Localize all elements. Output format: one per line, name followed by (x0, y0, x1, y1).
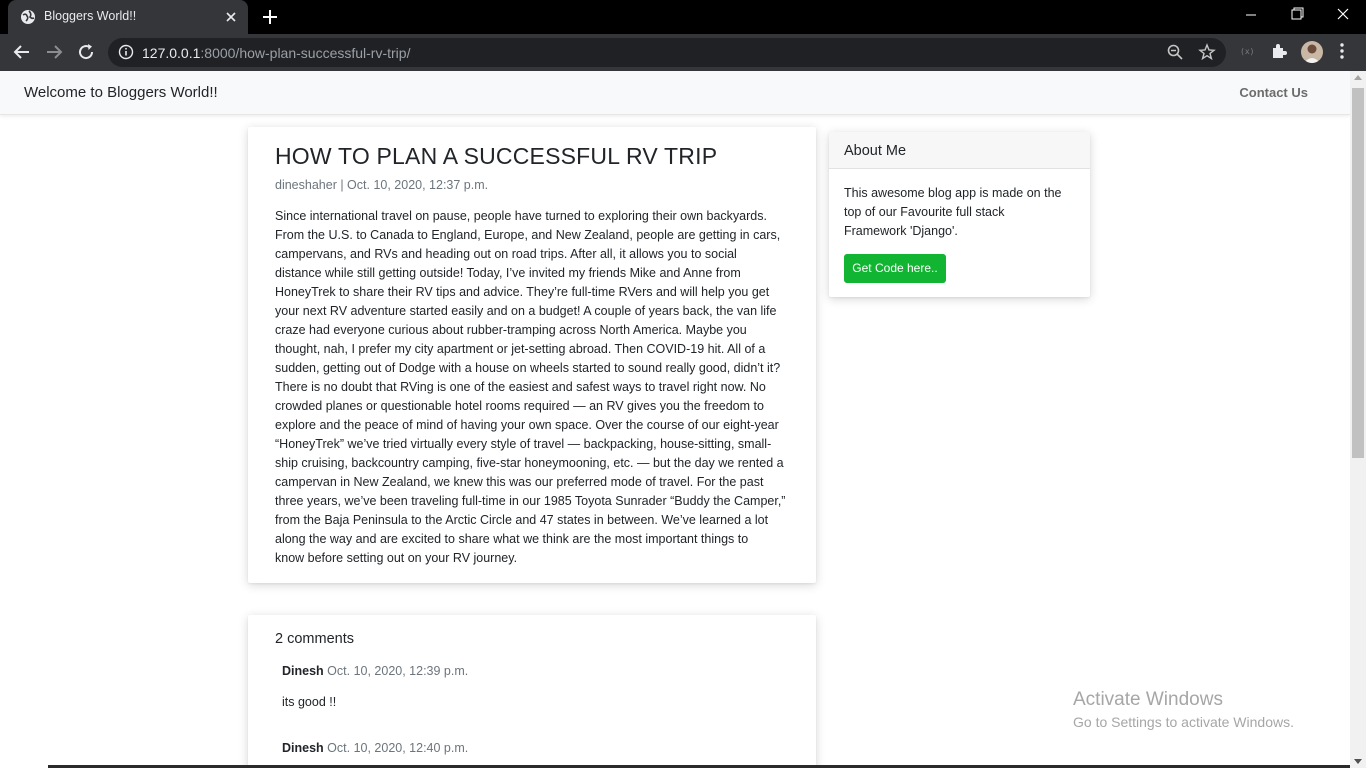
scroll-up-arrow-icon[interactable] (1354, 75, 1362, 80)
url-host: 127.0.0.1 (142, 45, 201, 61)
about-text: This awesome blog app is made on the top… (844, 184, 1080, 241)
bookmark-star-icon[interactable] (1198, 43, 1216, 61)
url-path: :8000/how-plan-successful-rv-trip/ (200, 45, 411, 61)
comment-date: Oct. 10, 2020, 12:39 p.m. (327, 664, 469, 678)
post-body-line: “HoneyTrek” we’ve tried virtually every … (275, 437, 772, 451)
browser-toolbar: 127.0.0.1:8000/how-plan-successful-rv-tr… (0, 34, 1366, 71)
post-body-line: campervan in New Zealand, we knew this w… (275, 475, 764, 489)
about-text-line: This awesome blog app is made on the (844, 186, 1062, 200)
post-body-line: HoneyTrek to share their RV tips and adv… (275, 285, 770, 299)
activate-windows-subtitle: Go to Settings to activate Windows. (1073, 714, 1294, 730)
about-me-card: About Me This awesome blog app is made o… (829, 132, 1090, 297)
scroll-thumb[interactable] (1352, 88, 1364, 458)
site-brand[interactable]: Welcome to Bloggers World!! (24, 84, 218, 101)
post-body-line: from the Baja Peninsula to the Arctic Ci… (275, 513, 769, 527)
about-title: About Me (844, 143, 907, 159)
post-body-line: your next RV adventure started easily an… (275, 304, 777, 318)
page-viewport: Welcome to Bloggers World!! Contact Us H… (0, 71, 1350, 768)
comment-date: Oct. 10, 2020, 12:40 p.m. (327, 741, 469, 755)
post-card: HOW TO PLAN A SUCCESSFUL RV TRIP dinesha… (248, 127, 816, 583)
scroll-down-arrow-icon[interactable] (1354, 759, 1362, 764)
forward-arrow-icon[interactable] (42, 40, 66, 64)
info-icon[interactable] (118, 44, 134, 60)
post-body: Since international travel on pause, peo… (275, 207, 791, 568)
post-body-line: along the way and are excited to share w… (275, 532, 749, 546)
post-body-line: There is no doubt that RVing is one of t… (275, 380, 766, 394)
comments-title: 2 comments (275, 631, 354, 647)
post-body-line: know before setting out on your RV journ… (275, 551, 518, 565)
reload-icon[interactable] (74, 40, 98, 64)
post-body-line: explore and the peace of mind of having … (275, 418, 779, 432)
globe-icon (21, 10, 35, 24)
comment-header: Dinesh Oct. 10, 2020, 12:39 p.m. (282, 664, 468, 678)
close-window-icon[interactable] (1320, 0, 1366, 30)
post-title: HOW TO PLAN A SUCCESSFUL RV TRIP (275, 143, 718, 169)
activate-windows-title: Activate Windows (1073, 689, 1223, 710)
close-tab-icon[interactable] (222, 8, 240, 26)
about-text-line: Framework 'Django'. (844, 224, 958, 238)
post-body-line: three years, we’ve been traveling full-t… (275, 494, 786, 508)
browser-tab-strip: Bloggers World!! (0, 0, 1366, 34)
zoom-out-icon[interactable] (1166, 43, 1184, 61)
address-bar[interactable]: 127.0.0.1:8000/how-plan-successful-rv-tr… (108, 38, 1226, 67)
url-text[interactable]: 127.0.0.1:8000/how-plan-successful-rv-tr… (142, 45, 410, 61)
post-body-line: sudden, getting out of Dodge with a hous… (275, 361, 781, 375)
comment-author: Dinesh (282, 741, 324, 755)
extension-icon[interactable]: (x) (1238, 42, 1256, 60)
post-body-line: ship cruising, backcountry camping, five… (275, 456, 784, 470)
comment-text: its good !! (282, 695, 337, 709)
extensions-puzzle-icon[interactable] (1270, 42, 1288, 60)
post-body-line: From the U.S. to Canada to England, Euro… (275, 228, 781, 242)
profile-avatar[interactable] (1301, 41, 1323, 63)
back-arrow-icon[interactable] (10, 40, 34, 64)
browser-tab[interactable]: Bloggers World!! (8, 0, 248, 34)
post-body-line: distance while still getting outside! To… (275, 266, 741, 280)
post-body-line: craze had everyone curious about rubber-… (275, 323, 747, 337)
post-body-line: thought, nah, I prefer my city apartment… (275, 342, 766, 356)
more-menu-icon[interactable] (1334, 42, 1350, 60)
post-body-line: crowded planes or questionable hotel roo… (275, 399, 764, 413)
contact-us-link[interactable]: Contact Us (1239, 85, 1308, 100)
comments-card: 2 comments Dinesh Oct. 10, 2020, 12:39 p… (248, 615, 816, 768)
site-navbar: Welcome to Bloggers World!! Contact Us (0, 71, 1350, 115)
page-scrollbar[interactable] (1350, 71, 1366, 768)
minimize-icon[interactable] (1228, 0, 1274, 30)
get-code-button[interactable]: Get Code here.. (844, 254, 946, 283)
post-meta: dineshaher | Oct. 10, 2020, 12:37 p.m. (275, 178, 489, 192)
about-header: About Me (829, 132, 1090, 169)
svg-text:(x): (x) (1240, 47, 1254, 56)
comment-author: Dinesh (282, 664, 324, 678)
new-tab-icon[interactable] (258, 6, 282, 28)
about-text-line: top of our Favourite full stack (844, 205, 1005, 219)
avatar-icon (1304, 44, 1320, 63)
post-body-line: campervans, and RVs and heading out on r… (275, 247, 737, 261)
post-body-line: Since international travel on pause, peo… (275, 209, 767, 223)
comment-header: Dinesh Oct. 10, 2020, 12:40 p.m. (282, 741, 468, 755)
restore-icon[interactable] (1274, 0, 1320, 30)
tab-title: Bloggers World!! (44, 9, 137, 23)
